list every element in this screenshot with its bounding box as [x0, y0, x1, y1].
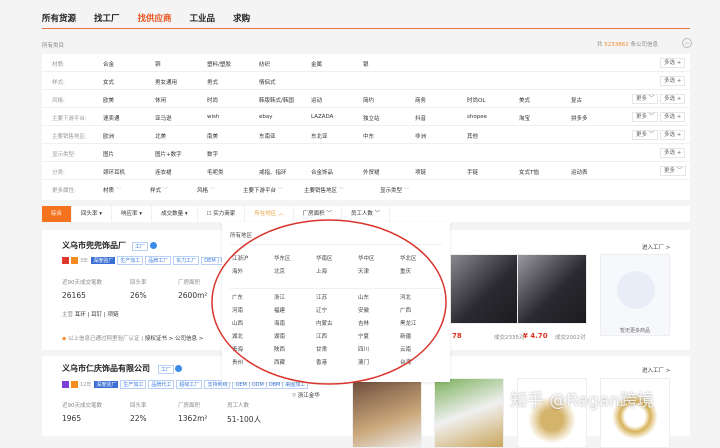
watermark: 知乎 @Regan跨境 — [510, 391, 654, 411]
red-circle-annotation — [211, 219, 447, 385]
